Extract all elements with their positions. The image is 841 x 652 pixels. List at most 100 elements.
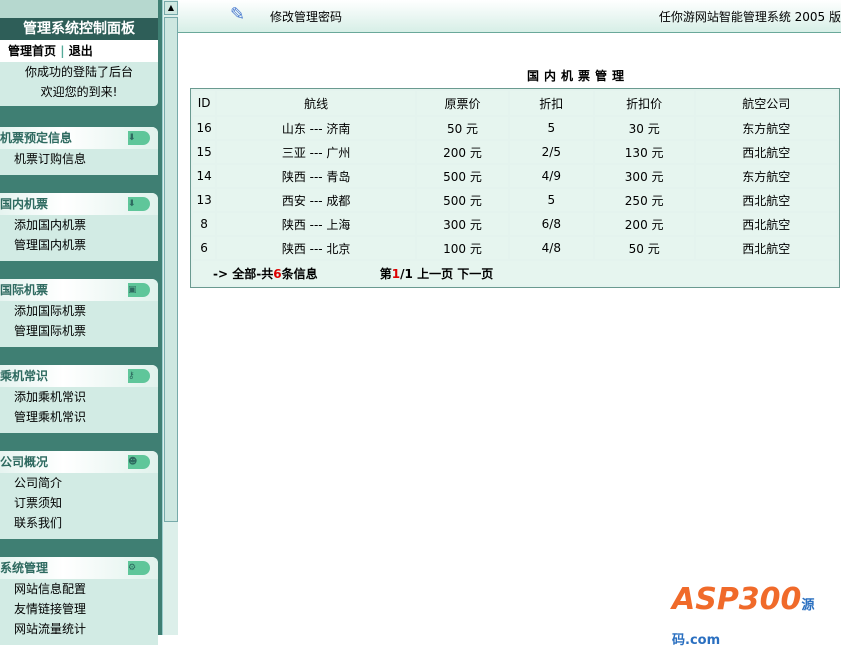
table-cell: 2/5: [509, 141, 593, 163]
section-header[interactable]: 国内机票 ⬇: [0, 193, 158, 215]
separator: |: [60, 44, 65, 58]
sidebar-item[interactable]: 添加乘机常识: [0, 387, 158, 407]
logout-link[interactable]: 退出: [69, 44, 93, 58]
table-cell: 5: [509, 189, 593, 211]
sidebar-item[interactable]: 机票订购信息: [0, 149, 158, 169]
table-cell: 250 元: [594, 189, 694, 211]
table-row: 16 山东 --- 济南 50 元 5 30 元东方航空: [193, 117, 837, 139]
sidebar-item[interactable]: 管理乘机常识: [0, 407, 158, 427]
table-cell: 三亚 --- 广州: [217, 141, 416, 163]
section-title: 公司概况: [0, 455, 49, 469]
column-header: 航线: [217, 91, 416, 115]
monitor-icon: ▣: [128, 283, 150, 297]
table-cell: 陕西 --- 上海: [217, 213, 416, 235]
column-header: 原票价: [417, 91, 508, 115]
table-cell: 15: [193, 141, 216, 163]
section-header[interactable]: 国际机票 ▣: [0, 279, 158, 301]
table-cell: 6: [193, 237, 216, 259]
section-header[interactable]: 机票预定信息 ⬇: [0, 127, 158, 149]
section-title: 机票预定信息: [0, 131, 73, 145]
welcome-message: 欢迎您的到来!: [40, 85, 118, 99]
sidebar-section: 机票预定信息 ⬇ 机票订购信息: [0, 127, 158, 175]
page-total: /1: [400, 266, 413, 281]
table-cell: 4/8: [509, 237, 593, 259]
sidebar-item[interactable]: 管理国际机票: [0, 321, 158, 341]
table-row: 14 陕西 --- 青岛 500 元 4/9 300 元东方航空: [193, 165, 837, 187]
table-cell: 5: [509, 117, 593, 139]
control-panel-header: 管理系统控制面板 管理首页 | 退出 你成功的登陆了后台 欢迎您的到来!: [0, 18, 158, 106]
section-header[interactable]: 系统管理 ⚙: [0, 557, 158, 579]
column-header: 折扣: [509, 91, 593, 115]
edit-icon: ✎: [230, 4, 246, 25]
gear-icon: ⚙: [128, 561, 150, 575]
table-cell: 100 元: [417, 237, 508, 259]
sidebar-item[interactable]: 管理国内机票: [0, 235, 158, 255]
sidebar-item[interactable]: 添加国内机票: [0, 215, 158, 235]
change-password-link[interactable]: 修改管理密码: [270, 8, 342, 25]
scroll-thumb[interactable]: [164, 17, 178, 522]
total-prefix: -> 全部-共: [213, 266, 274, 281]
table-cell: 13: [193, 189, 216, 211]
key-icon: ⚷: [128, 369, 150, 383]
table-cell: 西安 --- 成都: [217, 189, 416, 211]
current-page: 1: [391, 266, 401, 281]
download-icon: ⬇: [128, 131, 150, 145]
tickets-table: ID 航线 原票价 折扣 折扣价 航空公司 16 山东 --- 济南 50 元 5 30 元东方航…: [190, 88, 840, 288]
table-cell: 200 元: [417, 141, 508, 163]
sidebar-item[interactable]: 订票须知: [0, 493, 158, 513]
sidebar-section: 公司概况 ☻ 公司简介 订票须知 联系我们: [0, 451, 158, 539]
section-title: 国际机票: [0, 283, 49, 297]
download-icon: ⬇: [128, 197, 150, 211]
column-header: 折扣价: [594, 91, 694, 115]
sidebar-item[interactable]: 网站信息配置: [0, 579, 158, 599]
table-cell: 西北航空: [695, 141, 837, 163]
table-cell: 8: [193, 213, 216, 235]
section-title: 系统管理: [0, 561, 49, 575]
page-prefix: 第: [379, 266, 392, 281]
table-cell: 陕西 --- 青岛: [217, 165, 416, 187]
table-cell: 东方航空: [695, 117, 837, 139]
table-row: 8 陕西 --- 上海 300 元 6/8 200 元西北航空: [193, 213, 837, 235]
system-name: 任你游网站智能管理系统 2005 版: [658, 10, 841, 24]
sidebar-section: 乘机常识 ⚷ 添加乘机常识 管理乘机常识: [0, 365, 158, 433]
prev-page-link[interactable]: 上一页: [417, 267, 453, 281]
table-cell: 4/9: [509, 165, 593, 187]
page-title: 国内机票管理: [527, 69, 630, 83]
next-page-link[interactable]: 下一页: [457, 267, 493, 281]
scroll-up-icon[interactable]: ▲: [164, 1, 178, 15]
table-row: 13 西安 --- 成都 500 元 5 250 元西北航空: [193, 189, 837, 211]
sidebar-item[interactable]: 网站流量统计: [0, 619, 158, 639]
table-cell: 500 元: [417, 165, 508, 187]
panel-title: 管理系统控制面板: [0, 18, 158, 40]
sidebar-item[interactable]: 添加国际机票: [0, 301, 158, 321]
sidebar-item[interactable]: 公司简介: [0, 473, 158, 493]
table-row: 15 三亚 --- 广州 200 元 2/5 130 元西北航空: [193, 141, 837, 163]
table-cell: 500 元: [417, 189, 508, 211]
asp300-watermark-logo: ASP300源码.com: [672, 582, 815, 648]
table-cell: 西北航空: [695, 237, 837, 259]
table-cell: 西北航空: [695, 213, 837, 235]
sidebar-section: 国际机票 ▣ 添加国际机票 管理国际机票: [0, 279, 158, 347]
section-header[interactable]: 乘机常识 ⚷: [0, 365, 158, 387]
sidebar-item[interactable]: 联系我们: [0, 513, 158, 533]
table-cell: 300 元: [417, 213, 508, 235]
table-cell: 50 元: [417, 117, 508, 139]
table-cell: 东方航空: [695, 165, 837, 187]
table-cell: 200 元: [594, 213, 694, 235]
total-suffix: 条信息: [281, 266, 318, 281]
pagination: -> 全部-共6条信息 第1/1 上一页 下一页: [193, 261, 837, 285]
table-cell: 130 元: [594, 141, 694, 163]
sidebar-section: 系统管理 ⚙ 网站信息配置 友情链接管理 网站流量统计: [0, 557, 158, 645]
table-cell: 山东 --- 济南: [217, 117, 416, 139]
table-cell: 50 元: [594, 237, 694, 259]
sidebar-scrollbar[interactable]: ▲: [162, 0, 178, 635]
home-link[interactable]: 管理首页: [8, 44, 56, 58]
sidebar: 管理系统控制面板 管理首页 | 退出 你成功的登陆了后台 欢迎您的到来! 机票预…: [0, 0, 162, 645]
users-icon: ☻: [128, 455, 150, 469]
column-header: 航空公司: [695, 91, 837, 115]
section-header[interactable]: 公司概况 ☻: [0, 451, 158, 473]
table-cell: 300 元: [594, 165, 694, 187]
column-header: ID: [193, 91, 216, 115]
sidebar-item[interactable]: 友情链接管理: [0, 599, 158, 619]
sidebar-section: 国内机票 ⬇ 添加国内机票 管理国内机票: [0, 193, 158, 261]
